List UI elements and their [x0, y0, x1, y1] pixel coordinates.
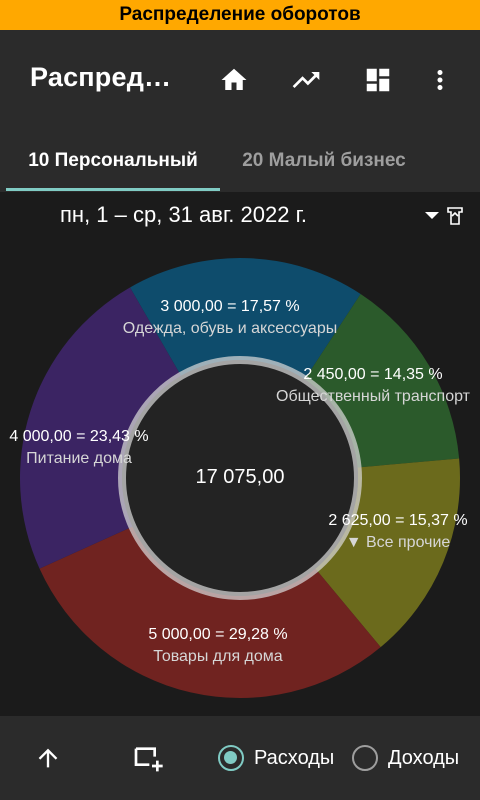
slice-value: 4 000,00 [9, 428, 72, 445]
pie-chart[interactable]: 3 000,00 = 17,57 % Одежда, обувь и аксес… [0, 240, 480, 710]
banner-title: Распределение оборотов [119, 4, 361, 25]
tab-personal-label: 10 Персональный [28, 150, 198, 171]
radio-income[interactable]: Доходы [352, 742, 459, 774]
more-vert-icon[interactable] [424, 64, 456, 96]
slice-value: 5 000,00 [148, 626, 211, 643]
date-range[interactable]: пн, 1 – ср, 31 авг. 2022 г. [60, 202, 307, 228]
slice-name: Питание дома [26, 450, 132, 467]
slice-percent: 14,35 % [383, 366, 443, 383]
radio-expenses-label: Расходы [254, 746, 335, 769]
slice-percent: 17,57 % [240, 298, 300, 315]
home-icon[interactable] [218, 64, 250, 96]
slice-name: ▼ Все прочие [345, 534, 451, 551]
tab-personal[interactable]: 10 Персональный [6, 130, 220, 192]
arrow-up-icon[interactable] [32, 742, 64, 774]
radio-expenses[interactable]: Расходы [218, 742, 334, 774]
slice-label-food: 4 000,00 = 23,43 % Питание дома [9, 426, 148, 470]
title-banner: Распределение оборотов [0, 0, 480, 30]
radio-income-label: Доходы [388, 746, 460, 769]
tab-small-business[interactable]: 20 Малый бизнес [222, 130, 426, 192]
slice-percent: 15,37 % [408, 512, 468, 529]
slice-label-clothing: 3 000,00 = 17,57 % Одежда, обувь и аксес… [123, 296, 337, 340]
slice-label-household: 5 000,00 = 29,28 % Товары для дома [148, 624, 287, 668]
slice-value: 2 625,00 [328, 512, 391, 529]
date-dropdown-icon[interactable] [422, 204, 468, 228]
slice-label-transport: 2 450,00 = 14,35 % Общественный транспор… [276, 364, 470, 408]
tab-indicator [6, 188, 220, 191]
slice-name: Общественный транспорт [276, 388, 470, 405]
slice-percent: 23,43 % [89, 428, 149, 445]
radio-expenses-circle [218, 745, 244, 771]
dashboard-icon[interactable] [362, 64, 394, 96]
slice-value: 3 000,00 [160, 298, 223, 315]
radio-income-circle [352, 745, 378, 771]
app-bar: Распред… [0, 30, 480, 130]
slice-percent: 29,28 % [228, 626, 288, 643]
tab-small-business-label: 20 Малый бизнес [242, 150, 406, 171]
chart-total: 17 075,00 [195, 466, 285, 488]
trending-up-icon[interactable] [290, 64, 322, 96]
slice-name: Товары для дома [153, 648, 283, 665]
app-title: Распред… [30, 62, 172, 92]
tab-bar: 10 Персональный 20 Малый бизнес [0, 130, 480, 192]
slice-name: Одежда, обувь и аксессуары [122, 320, 338, 337]
bottom-bar: Расходы Доходы [0, 716, 480, 800]
slice-value: 2 450,00 [303, 366, 366, 383]
add-window-icon[interactable] [132, 742, 164, 774]
slice-label-other[interactable]: 2 625,00 = 15,37 % ▼ Все прочие [328, 510, 467, 554]
